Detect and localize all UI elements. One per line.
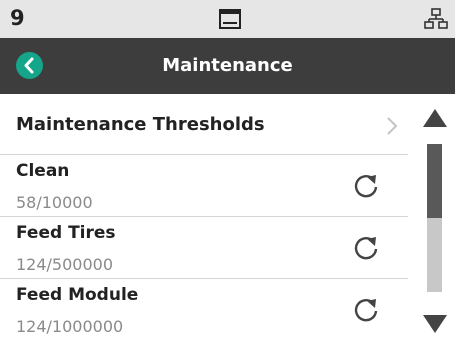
item-name: Feed Tires <box>16 223 116 243</box>
device-monitor-icon <box>219 9 241 33</box>
item-count: 124/1000000 <box>16 317 124 336</box>
list-item: Feed Module 124/1000000 <box>0 279 408 339</box>
reset-icon[interactable] <box>352 173 380 205</box>
scroll-track[interactable] <box>427 144 442 292</box>
scrollbar[interactable] <box>408 94 455 339</box>
list-item: Feed Tires 124/500000 <box>0 217 408 279</box>
reset-icon[interactable] <box>352 235 380 267</box>
scroll-thumb[interactable] <box>427 144 442 218</box>
scroll-up-icon[interactable] <box>422 108 448 132</box>
item-name: Feed Module <box>16 285 139 305</box>
item-count: 124/500000 <box>16 255 114 274</box>
status-bar: 9 <box>0 0 455 38</box>
item-name: Clean <box>16 161 70 181</box>
list-item: Clean 58/10000 <box>0 155 408 217</box>
item-count: 58/10000 <box>16 193 93 212</box>
reset-icon[interactable] <box>352 297 380 329</box>
app-header: Maintenance <box>0 38 455 94</box>
network-icon <box>424 8 448 34</box>
scroll-down-icon[interactable] <box>422 314 448 338</box>
maintenance-thresholds-row[interactable]: Maintenance Thresholds <box>0 94 408 155</box>
page-title: Maintenance <box>162 55 293 76</box>
maintenance-thresholds-label: Maintenance Thresholds <box>16 114 265 135</box>
status-number: 9 <box>10 6 25 30</box>
chevron-right-icon <box>386 116 398 140</box>
maintenance-list: Maintenance Thresholds Clean 58/10000 Fe… <box>0 94 408 339</box>
